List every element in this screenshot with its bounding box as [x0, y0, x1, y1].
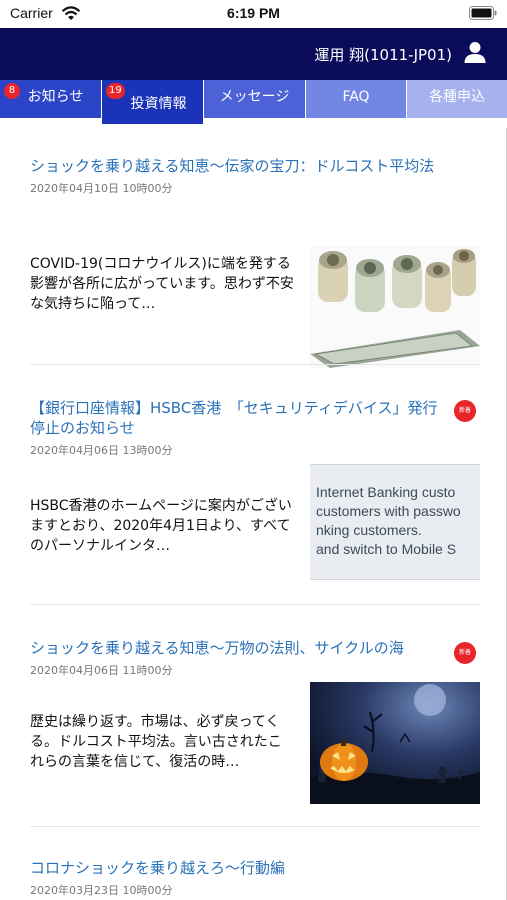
tab-label: 投資情報	[130, 96, 187, 112]
divider	[30, 826, 480, 827]
news-item[interactable]: コロナショックを乗り越えろ〜行動編 2020年03月23日 10時00分	[30, 858, 480, 900]
status-bar: Carrier 6:19 PM	[0, 0, 507, 28]
user-name[interactable]: 運用 翔(1011-JP01)	[314, 44, 452, 65]
clock: 6:19 PM	[227, 5, 280, 21]
new-badge: 新着	[454, 642, 476, 664]
news-date: 2020年03月23日 10時00分	[30, 884, 173, 897]
user-icon[interactable]	[463, 40, 487, 64]
news-list[interactable]: ショックを乗り越える知恵〜伝家の宝刀：ドルコスト平均法 2020年04月10日 …	[0, 128, 507, 900]
news-excerpt: COVID-19(コロナウイルス)に端を発する影響が各所に広がっています。思わず…	[30, 256, 294, 312]
tab-bar: 8 お知らせ 19 投資情報 メッセージ FAQ 各種申込	[0, 80, 507, 124]
notification-badge: 8	[4, 83, 20, 99]
battery-icon	[469, 6, 497, 20]
thumbnail-text-line: customers with passwo	[316, 503, 461, 519]
news-title[interactable]: コロナショックを乗り越えろ〜行動編	[30, 858, 440, 878]
news-item[interactable]: ショックを乗り越える知恵〜伝家の宝刀：ドルコスト平均法 2020年04月10日 …	[30, 156, 480, 368]
news-item[interactable]: 【銀行口座情報】HSBC香港 「セキュリティデバイス」発行停止のお知らせ 新着 …	[30, 398, 480, 598]
tab-messages[interactable]: メッセージ	[204, 80, 305, 118]
news-title[interactable]: 【銀行口座情報】HSBC香港 「セキュリティデバイス」発行停止のお知らせ	[30, 398, 440, 438]
tab-label: FAQ	[342, 89, 370, 105]
news-item[interactable]: ショックを乗り越える知恵〜万物の法則、サイクルの海 新着 2020年04月06日…	[30, 638, 480, 838]
news-thumbnail[interactable]	[310, 682, 480, 804]
divider	[30, 604, 480, 605]
app-header: 運用 翔(1011-JP01)	[0, 28, 507, 80]
news-thumbnail[interactable]: Internet Banking custo customers with pa…	[310, 464, 480, 580]
news-date: 2020年04月06日 11時00分	[30, 664, 173, 677]
tab-investment-info[interactable]: 19 投資情報	[102, 80, 203, 124]
tab-label: お知らせ	[27, 89, 84, 105]
news-title[interactable]: ショックを乗り越える知恵〜伝家の宝刀：ドルコスト平均法	[30, 156, 440, 176]
halloween-image	[310, 682, 480, 804]
tab-notices[interactable]: 8 お知らせ	[0, 80, 101, 118]
news-date: 2020年04月10日 10時00分	[30, 182, 173, 195]
news-title[interactable]: ショックを乗り越える知恵〜万物の法則、サイクルの海	[30, 638, 440, 658]
new-badge: 新着	[454, 400, 476, 422]
tab-label: メッセージ	[219, 89, 290, 105]
notification-badge: 19	[106, 83, 125, 99]
news-date: 2020年04月06日 13時00分	[30, 444, 173, 457]
tab-applications[interactable]: 各種申込	[407, 80, 507, 118]
thumbnail-text-line: Internet Banking custo	[316, 484, 456, 500]
news-thumbnail[interactable]	[310, 246, 480, 368]
thumbnail-text-line: nking customers.	[316, 522, 422, 538]
tab-label: 各種申込	[429, 89, 485, 105]
divider	[30, 364, 480, 365]
news-excerpt: HSBC香港のホームページに案内がございますとおり、2020年4月1日より、すべ…	[30, 498, 292, 554]
thumbnail-text-line: and switch to Mobile S	[316, 541, 457, 557]
dollar-rolls-image	[310, 246, 480, 368]
tab-faq[interactable]: FAQ	[306, 80, 406, 118]
news-excerpt: 歴史は繰り返す。市場は、必ず戻ってくる。ドルコスト平均法。言い古されたこれらの言…	[30, 714, 282, 770]
